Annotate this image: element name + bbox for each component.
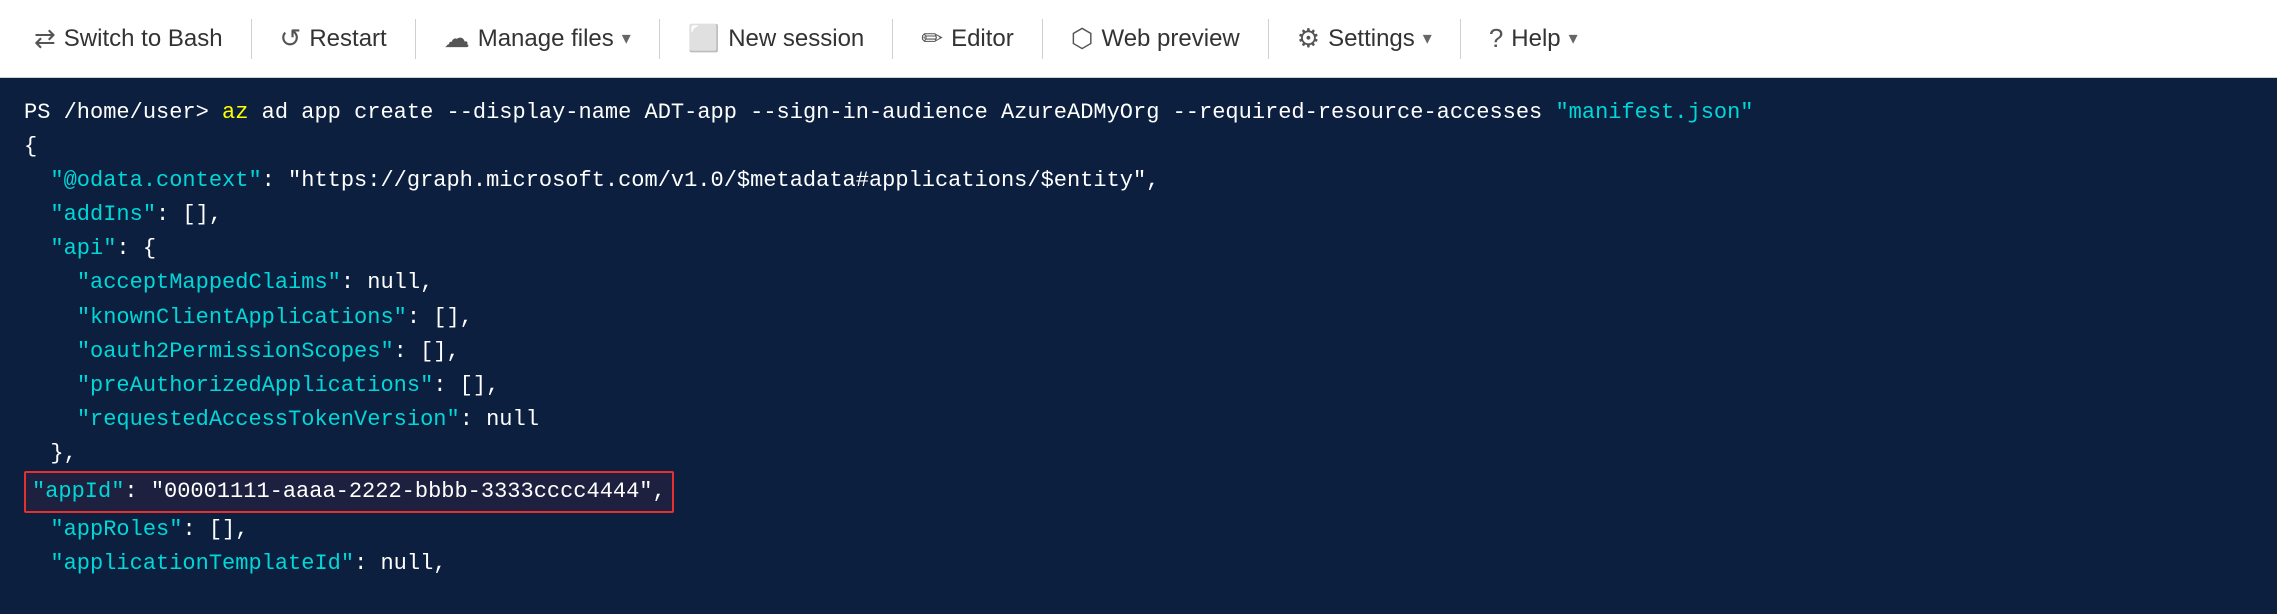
- divider-7: [1460, 19, 1461, 59]
- cmd-rest: ad app create --display-name ADT-app --s…: [248, 96, 1555, 130]
- manage-files-icon: ☁: [444, 23, 470, 54]
- json-line-11: "appRoles": [],: [24, 513, 2253, 547]
- json-line-1: "@odata.context": "https://graph.microso…: [24, 164, 2253, 198]
- json-line-2: "addIns": [],: [24, 198, 2253, 232]
- divider-2: [415, 19, 416, 59]
- terminal[interactable]: PS /home/user> az ad app create --displa…: [0, 78, 2277, 614]
- switch-to-bash-label: Switch to Bash: [64, 25, 223, 53]
- web-preview-icon: ⬡: [1071, 23, 1094, 54]
- switch-to-bash-button[interactable]: ⇄ Switch to Bash: [20, 15, 237, 62]
- divider-3: [659, 19, 660, 59]
- settings-chevron-icon: ▾: [1423, 28, 1432, 49]
- restart-label: Restart: [309, 25, 386, 53]
- cmd-az: az: [222, 96, 248, 130]
- json-line-5: "knownClientApplications": [],: [24, 301, 2253, 335]
- new-session-label: New session: [728, 25, 864, 53]
- manage-files-button[interactable]: ☁ Manage files ▾: [430, 15, 645, 62]
- cmd-string: "manifest.json": [1555, 96, 1753, 130]
- switch-icon: ⇄: [34, 23, 56, 54]
- divider-5: [1042, 19, 1043, 59]
- toolbar: ⇄ Switch to Bash ↺ Restart ☁ Manage file…: [0, 0, 2277, 78]
- app-id-highlight: "appId": "00001111-aaaa-2222-bbbb-3333cc…: [24, 471, 674, 513]
- json-line-0: {: [24, 130, 2253, 164]
- json-line-3: "api": {: [24, 232, 2253, 266]
- json-line-7: "preAuthorizedApplications": [],: [24, 369, 2253, 403]
- help-button[interactable]: ? Help ▾: [1475, 15, 1592, 62]
- json-line-9: },: [24, 437, 2253, 471]
- web-preview-label: Web preview: [1101, 25, 1239, 53]
- restart-button[interactable]: ↺ Restart: [266, 15, 401, 62]
- prompt: PS /home/user>: [24, 96, 222, 130]
- json-line-12: "applicationTemplateId": null,: [24, 547, 2253, 581]
- divider-6: [1268, 19, 1269, 59]
- command-line: PS /home/user> az ad app create --displa…: [24, 96, 2253, 130]
- json-line-4: "acceptMappedClaims": null,: [24, 266, 2253, 300]
- editor-button[interactable]: ✏ Editor: [907, 15, 1028, 62]
- help-chevron-icon: ▾: [1569, 28, 1578, 49]
- new-session-button[interactable]: ⬜ New session: [674, 15, 878, 62]
- editor-icon: ✏: [921, 23, 943, 54]
- manage-files-label: Manage files: [478, 25, 614, 53]
- web-preview-button[interactable]: ⬡ Web preview: [1057, 15, 1254, 62]
- settings-icon: ⚙: [1297, 23, 1320, 54]
- settings-button[interactable]: ⚙ Settings ▾: [1283, 15, 1446, 62]
- editor-label: Editor: [951, 25, 1014, 53]
- divider-1: [251, 19, 252, 59]
- settings-label: Settings: [1328, 25, 1415, 53]
- new-session-icon: ⬜: [688, 23, 720, 54]
- app-id-line: "appId": "00001111-aaaa-2222-bbbb-3333cc…: [24, 471, 2253, 513]
- restart-icon: ↺: [280, 23, 302, 54]
- divider-4: [892, 19, 893, 59]
- help-label: Help: [1511, 25, 1560, 53]
- json-line-8: "requestedAccessTokenVersion": null: [24, 403, 2253, 437]
- json-line-6: "oauth2PermissionScopes": [],: [24, 335, 2253, 369]
- manage-files-chevron-icon: ▾: [622, 28, 631, 49]
- help-icon: ?: [1489, 23, 1503, 54]
